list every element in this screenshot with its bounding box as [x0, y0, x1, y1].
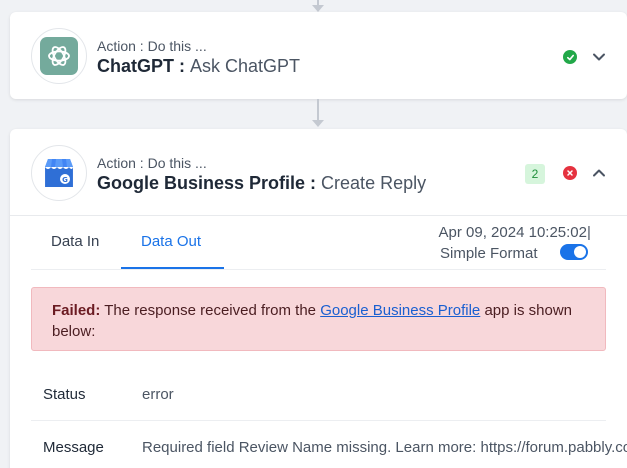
svg-text:G: G [62, 176, 68, 184]
step1-app-name: ChatGPT [97, 56, 175, 76]
timestamp-separator: | [587, 224, 591, 241]
card-header-divider [10, 215, 627, 216]
connector-arrow-middle [312, 120, 324, 127]
connector-arrow-top [312, 5, 324, 12]
task-count-badge: 2 [525, 164, 545, 184]
connector-line-middle [317, 99, 319, 121]
step2-app-name: Google Business Profile [97, 173, 306, 193]
row-divider [31, 420, 606, 421]
step1-event-name: Ask ChatGPT [190, 56, 301, 76]
step1-title: ChatGPT : Ask ChatGPT [97, 56, 300, 77]
tab-data-in[interactable]: Data In [51, 233, 99, 250]
workflow-canvas: Action : Do this ... ChatGPT : Ask ChatG… [0, 0, 627, 468]
alert-text-before: The response received from the [100, 302, 321, 319]
error-x-icon [563, 166, 577, 180]
step2-event-name: Create Reply [321, 173, 427, 193]
chatgpt-logo-icon [40, 37, 78, 75]
success-check-icon [563, 50, 577, 64]
alert-failed-prefix: Failed: [52, 302, 101, 319]
step2-title: Google Business Profile : Create Reply [97, 173, 426, 194]
step-card-chatgpt[interactable]: Action : Do this ... ChatGPT : Ask ChatG… [10, 12, 627, 99]
status-label: Status [43, 386, 86, 403]
error-alert: Failed: The response received from the G… [31, 287, 606, 351]
google-business-profile-app-icon: G [31, 145, 87, 201]
google-business-profile-link[interactable]: Google Business Profile [320, 302, 480, 319]
google-business-profile-icon: G [45, 159, 73, 187]
step2-separator: : [305, 173, 322, 193]
message-label: Message [43, 439, 104, 456]
simple-format-label: Simple Format [440, 245, 538, 262]
toggle-knob [574, 246, 586, 258]
step1-action-label: Action : Do this ... [97, 38, 207, 54]
chevron-up-icon[interactable] [591, 165, 607, 181]
message-value-container: Required field Review Name missing. Lear… [142, 435, 627, 459]
step2-action-label: Action : Do this ... [97, 155, 207, 171]
tab-data-out[interactable]: Data Out [141, 233, 201, 250]
step-card-google-business-profile[interactable]: G Action : Do this ... Google Business P… [10, 129, 627, 468]
simple-format-toggle[interactable] [560, 244, 588, 260]
message-value: Required field Review Name missing. Lear… [142, 439, 627, 456]
tabs-divider [31, 269, 606, 270]
status-value: error [142, 386, 174, 403]
response-timestamp: Apr 09, 2024 10:25:02 [438, 224, 587, 241]
chevron-down-icon[interactable] [591, 49, 607, 65]
step1-separator: : [174, 56, 191, 76]
chatgpt-app-icon [31, 28, 87, 84]
